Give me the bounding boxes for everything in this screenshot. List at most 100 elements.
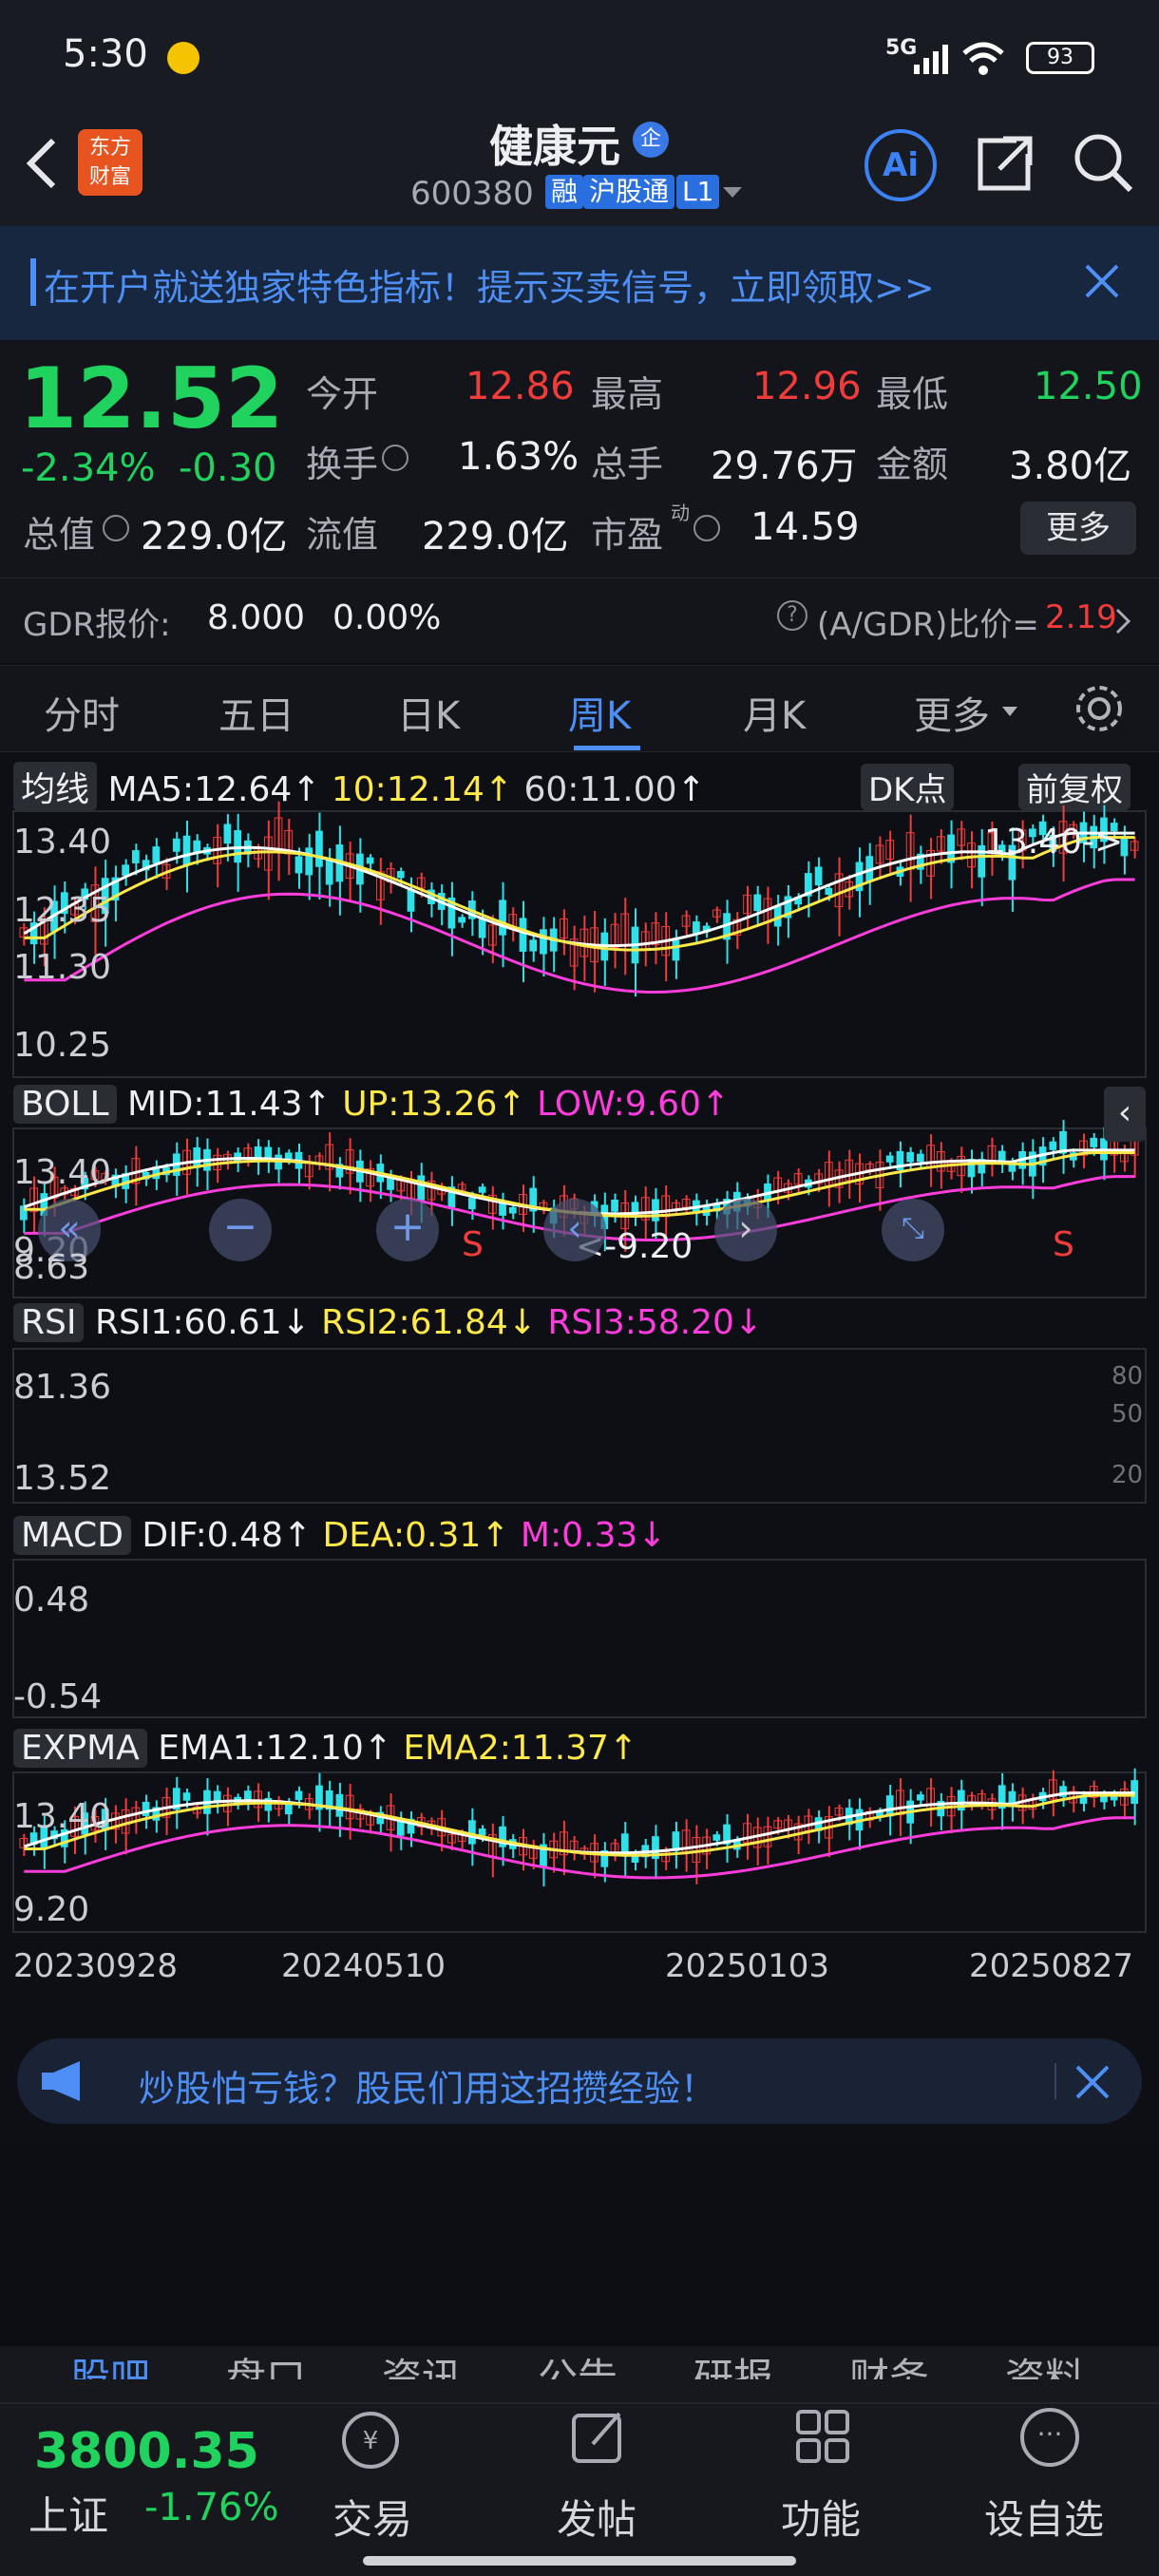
value-turnover: 1.63% [458,435,580,479]
zoom-in-button[interactable]: + [376,1199,439,1261]
candle-body [182,1792,191,1801]
status-time: 5:30 [63,32,148,76]
gdr-pct: 0.00% [332,598,442,637]
expma-y-top: 13.40 [13,1797,112,1836]
boll-up: UP:13.26 [342,1085,498,1124]
share-icon[interactable] [975,133,1036,194]
candle-body [917,1794,924,1801]
more-icon[interactable]: ··· [1020,2408,1079,2467]
candle-body [182,835,191,866]
candle-body [284,1152,293,1160]
gdr-ratio: 2.19 [1045,598,1117,636]
ai-button[interactable]: Ai [864,129,937,201]
indicator-line [23,831,1135,948]
boll-y-top: 13.40 [13,1153,112,1192]
candle-body [417,1175,426,1201]
caret-down-icon[interactable] [722,186,743,199]
divider [1054,2063,1056,2099]
nav-trade[interactable]: 交易 [332,2488,412,2546]
candle-body [529,939,538,952]
candle-body [499,900,506,936]
candle-body [519,918,527,953]
fullscreen-icon[interactable]: ⤡ [882,1199,944,1261]
tab-weekly-k[interactable]: 周K [568,685,631,740]
date-label: 20250103 [665,1947,830,1985]
step-back-button[interactable]: ‹ [543,1199,606,1261]
close-icon[interactable] [1083,262,1121,300]
close-icon[interactable] [1074,2063,1112,2101]
active-tab-indicator [574,746,640,750]
candle-body [325,860,333,885]
boll-selector[interactable]: BOLL [13,1085,117,1124]
candle-body [366,857,374,864]
label-volume: 总手 [591,444,664,485]
candle-body [223,824,232,844]
boll-y-bottom: 8.63 [13,1248,90,1287]
tab-intraday[interactable]: 分时 [44,685,120,740]
apps-icon[interactable] [794,2408,853,2467]
more-button[interactable]: 更多 [1020,502,1136,555]
expma-selector[interactable]: EXPMA [13,1729,147,1768]
index-value[interactable]: 3800.35 [34,2423,259,2480]
nav-functions[interactable]: 功能 [781,2488,861,2546]
label-amount: 金额 [876,444,949,485]
tab-more[interactable]: 更多 [914,685,990,740]
banner-text[interactable]: 在开户就送独家特色指标！提示买卖信号，立即领取>> [44,258,935,311]
date-label: 20240510 [281,1947,446,1985]
candle-body [458,917,466,923]
step-forward-button[interactable]: › [714,1199,777,1261]
enterprise-badge: 企 [633,122,669,158]
collapse-button[interactable]: ‹ [1104,1087,1146,1142]
search-icon[interactable] [1072,131,1134,194]
macd-dea: DEA:0.31 [322,1516,482,1555]
gdr-ratio-label: (A/GDR)比价= [817,606,1039,644]
quote-panel: 12.52 -2.34% -0.30 今开 12.86 最高 12.96 最低 … [0,340,1159,663]
info-icon[interactable] [103,515,129,541]
megaphone-icon [42,2061,80,2101]
caret-down-icon[interactable] [1001,706,1018,717]
tab-five-day[interactable]: 五日 [218,685,294,740]
macd-y-top: 0.48 [13,1581,90,1619]
macd-dif: DIF:0.48 [142,1516,283,1555]
tab-monthly-k[interactable]: 月K [743,685,806,740]
ad-text[interactable]: 炒股怕亏钱？股民们用这招攒经验！ [139,2059,716,2112]
candle-body [142,1801,150,1816]
rsi-level: 80 [1112,1362,1144,1391]
back-icon[interactable] [23,135,61,192]
settings-icon[interactable] [1072,681,1127,736]
tab-daily-k[interactable]: 日K [397,685,460,740]
home-indicator[interactable] [363,2556,796,2566]
logo: 东方 财富 [78,129,142,196]
rsi2: RSI2:61.84 [321,1303,508,1342]
boll-legend: BOLL MID:11.43↑ UP:13.26↑ LOW:9.60↑ [13,1085,730,1124]
macd-selector[interactable]: MACD [13,1516,131,1555]
candle-body [478,919,486,938]
ad-bar[interactable]: 炒股怕亏钱？股民们用这招攒经验！ [17,2038,1142,2124]
zoom-out-button[interactable]: − [209,1199,272,1261]
y-tick: 10.25 [13,1026,112,1065]
header-area: 5:30 5G 93 东方 财富 健康元 企 600380 融 沪股通 L1 Ai [0,0,1159,226]
help-icon[interactable]: ? [777,600,808,631]
date-label: 20250827 [969,1947,1134,1985]
rsi3: RSI3:58.20 [547,1303,734,1342]
rsi1: RSI1:60.61 [94,1303,282,1342]
value-volume: 29.76万 [711,445,858,488]
candle-body [672,939,680,961]
rsi-y-bottom: 13.52 [13,1459,112,1498]
edit-icon[interactable] [570,2408,627,2467]
bottom-bar: 3800.35 上证 -1.76% ¥ 交易 发帖 功能 ··· 设自选 [0,2379,1159,2576]
candle-body [885,1155,894,1163]
chevron-right-icon[interactable] [1113,608,1132,635]
promo-banner[interactable]: 在开户就送独家特色指标！提示买卖信号，立即领取>> [0,226,1159,340]
nav-add-watchlist[interactable]: 设自选 [984,2488,1104,2546]
nav-post[interactable]: 发帖 [557,2488,636,2546]
rsi-selector[interactable]: RSI [13,1303,85,1342]
info-icon[interactable] [382,445,408,471]
label-low: 最低 [876,373,949,415]
info-icon[interactable] [694,515,720,541]
candle-body [305,847,314,876]
candle-body [652,1199,659,1222]
yen-icon[interactable]: ¥ [342,2412,399,2469]
macd-legend: MACD DIF:0.48↑ DEA:0.31↑ M:0.33↓ [13,1516,666,1555]
label-high: 最高 [591,373,664,415]
